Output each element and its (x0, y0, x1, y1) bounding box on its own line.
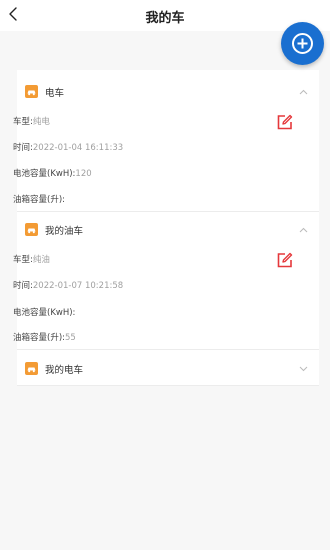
field-tank-capacity: 油箱容量(升): (13, 193, 65, 205)
car-icon (25, 362, 38, 375)
field-value: 2022-01-04 16:11:33 (32, 143, 124, 153)
field-label: 时间: (13, 143, 33, 153)
divider (17, 349, 319, 350)
vehicle-group-header[interactable]: 我的油车 (17, 218, 319, 242)
field-time: 时间:2022-01-04 16:11:33 (13, 141, 123, 153)
field-label: 电池容量(KwH): (13, 308, 76, 318)
chevron-up-icon[interactable] (299, 89, 308, 95)
field-label: 车型: (13, 117, 33, 127)
divider (17, 385, 319, 386)
vehicle-group-name: 我的油车 (45, 226, 84, 237)
edit-icon[interactable] (276, 252, 293, 269)
field-value: 55 (65, 333, 76, 343)
field-label: 时间: (13, 281, 33, 291)
field-tank-capacity: 油箱容量(升):55 (13, 331, 76, 343)
chevron-up-icon[interactable] (299, 227, 308, 233)
plus-circle-icon (292, 33, 313, 54)
field-time: 时间:2022-01-07 10:21:58 (13, 279, 123, 291)
field-label: 车型: (13, 255, 33, 265)
car-icon (25, 85, 38, 98)
field-battery-capacity: 电池容量(KwH): (13, 306, 75, 318)
chevron-down-icon[interactable] (299, 366, 308, 372)
field-label: 油箱容量(升): (13, 333, 65, 343)
field-battery-capacity: 电池容量(KwH):120 (13, 167, 92, 179)
field-car-type: 车型:纯油 (13, 253, 50, 265)
field-car-type: 车型:纯电 (13, 115, 50, 127)
vehicle-group-name: 电车 (45, 88, 65, 99)
edit-icon[interactable] (276, 114, 293, 131)
field-label: 电池容量(KwH): (13, 169, 76, 179)
page-title: 我的车 (145, 11, 185, 26)
field-label: 油箱容量(升): (13, 195, 65, 205)
field-value: 120 (75, 169, 92, 179)
field-value: 2022-01-07 10:21:58 (32, 281, 124, 291)
car-icon (25, 223, 38, 236)
field-value: 纯电 (32, 117, 50, 127)
vehicle-group-header[interactable]: 电车 (17, 80, 319, 104)
vehicle-group-name: 我的电车 (45, 365, 84, 376)
vehicle-group-header[interactable]: 我的电车 (17, 357, 319, 381)
top-bar: 我的车 (0, 0, 330, 31)
divider (17, 211, 319, 212)
field-value: 纯油 (32, 255, 50, 265)
add-vehicle-button[interactable] (281, 22, 324, 65)
